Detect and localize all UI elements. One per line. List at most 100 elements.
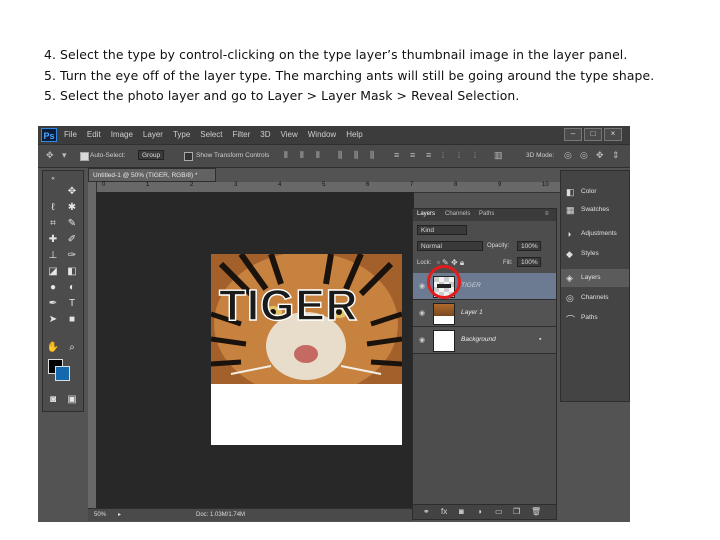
brush-icon[interactable]: ✐: [65, 233, 79, 246]
auto-align-icon[interactable]: ▥: [494, 150, 503, 161]
background-layer-thumbnail[interactable]: [433, 330, 455, 352]
trash-icon[interactable]: 🗑︎: [531, 507, 541, 516]
dock-adjustments-label: Adjustments: [581, 230, 617, 237]
link-icon[interactable]: ⚭: [423, 507, 430, 516]
dodge-icon[interactable]: ◐: [65, 281, 79, 294]
path-select-icon[interactable]: ➤: [46, 313, 60, 326]
minimize-button[interactable]: –: [564, 128, 582, 141]
quick-mask-icon[interactable]: ◙: [46, 393, 60, 406]
document-canvas[interactable]: TIGER: [211, 254, 402, 445]
dock-styles[interactable]: ◆ Styles: [561, 245, 629, 263]
dock-swatches[interactable]: ▦ Swatches: [561, 201, 629, 219]
menu-file[interactable]: File: [64, 130, 77, 139]
eraser-icon[interactable]: ◪: [46, 265, 60, 278]
tab-channels[interactable]: Channels: [445, 211, 470, 217]
tab-paths[interactable]: Paths: [479, 211, 494, 217]
menu-filter[interactable]: Filter: [233, 130, 251, 139]
distribute-icon[interactable]: ⦙: [474, 150, 476, 161]
3d-slide-icon[interactable]: ⇕: [612, 150, 620, 161]
layer-row-type[interactable]: ◉ TIGER: [413, 265, 556, 300]
dock-adjustments[interactable]: ◑ Adjustments: [561, 225, 629, 243]
mask-icon[interactable]: ◙: [459, 507, 464, 516]
distribute-icon[interactable]: ⦙: [442, 150, 444, 161]
stamp-icon[interactable]: ⊥: [46, 249, 60, 262]
distribute-icon[interactable]: ≡: [426, 150, 431, 160]
ruler-tick: 8: [454, 182, 458, 188]
layers-panel: Layers Channels Paths ≡ Kind Normal Opac…: [412, 208, 557, 520]
move-icon[interactable]: ✥: [65, 185, 79, 198]
ruler-tick: 3: [234, 182, 238, 188]
ruler-tick: 10: [542, 182, 549, 188]
3d-rotate-icon[interactable]: ◎: [564, 150, 572, 161]
hand-icon[interactable]: ✋: [46, 341, 60, 354]
panel-menu-icon[interactable]: ≡: [545, 211, 549, 217]
align-top-icon[interactable]: ⫴: [284, 150, 288, 161]
gradient-icon[interactable]: ◧: [65, 265, 79, 278]
close-button[interactable]: ×: [604, 128, 622, 141]
align-bottom-icon[interactable]: ⫴: [316, 150, 320, 161]
menu-image[interactable]: Image: [111, 130, 133, 139]
fx-icon[interactable]: fx: [441, 507, 447, 516]
menu-select[interactable]: Select: [200, 130, 222, 139]
layer-row-photo[interactable]: ◉ Layer 1: [413, 300, 556, 327]
visibility-eye-icon[interactable]: ◉: [419, 336, 425, 344]
type-icon[interactable]: T: [65, 297, 79, 310]
history-brush-icon[interactable]: ✑: [65, 249, 79, 262]
eyedropper-icon[interactable]: ✎: [65, 217, 79, 230]
zoom-icon[interactable]: ⌕: [65, 341, 79, 354]
blend-mode-dropdown[interactable]: Normal: [417, 241, 483, 251]
blur-icon[interactable]: ●: [46, 281, 60, 294]
auto-select-dropdown[interactable]: Group: [138, 150, 164, 160]
visibility-eye-icon[interactable]: ◉: [419, 282, 425, 290]
folder-icon[interactable]: ▭: [495, 507, 503, 516]
align-left-icon[interactable]: ⫼: [338, 150, 342, 161]
dock-color[interactable]: ◧ Color: [561, 183, 629, 201]
tab-layers[interactable]: Layers: [417, 211, 435, 217]
3d-roll-icon[interactable]: ◎: [580, 150, 588, 161]
shape-icon[interactable]: ■: [65, 313, 79, 326]
layer-filter-dropdown[interactable]: Kind: [417, 225, 467, 235]
adjustment-icon[interactable]: ◑: [477, 507, 482, 516]
menu-3d[interactable]: 3D: [260, 130, 270, 139]
menu-view[interactable]: View: [281, 130, 298, 139]
move-tool-icon[interactable]: ✥: [46, 150, 54, 161]
pen-icon[interactable]: ✒: [46, 297, 60, 310]
align-right-icon[interactable]: ⫼: [370, 150, 374, 161]
dock-layers[interactable]: ◈ Layers: [561, 269, 629, 287]
distribute-icon[interactable]: ≡: [394, 150, 399, 160]
dock-paths[interactable]: ⌒ Paths: [561, 309, 629, 327]
fill-field[interactable]: 100%: [517, 257, 541, 267]
menu-type[interactable]: Type: [173, 130, 190, 139]
crop-icon[interactable]: ⌗: [46, 217, 60, 230]
canvas-area[interactable]: TIGER: [96, 192, 414, 508]
background-color-swatch[interactable]: [55, 366, 70, 381]
chevron-down-icon[interactable]: ▾: [62, 150, 67, 161]
screen-mode-icon[interactable]: ▣: [65, 393, 79, 406]
visibility-eye-icon[interactable]: ◉: [419, 309, 425, 317]
menu-edit[interactable]: Edit: [87, 130, 101, 139]
maximize-button[interactable]: □: [584, 128, 602, 141]
ruler-tick: 7: [410, 182, 414, 188]
healing-icon[interactable]: ✚: [46, 233, 60, 246]
zoom-level[interactable]: 50%: [94, 509, 106, 521]
align-vcenter-icon[interactable]: ⫴: [300, 150, 304, 161]
auto-select-checkbox[interactable]: [80, 152, 89, 161]
status-arrow-icon[interactable]: ▸: [118, 509, 121, 521]
menu-help[interactable]: Help: [346, 130, 362, 139]
align-hcenter-icon[interactable]: ⫼: [354, 150, 358, 161]
lasso-icon[interactable]: ℓ: [46, 201, 60, 214]
quick-select-icon[interactable]: ✱: [65, 201, 79, 214]
menu-window[interactable]: Window: [308, 130, 336, 139]
3d-pan-icon[interactable]: ✥: [596, 150, 604, 161]
document-tab[interactable]: Untitled-1 @ 50% (TIGER, RGB/8) *: [88, 168, 216, 182]
collapse-icon[interactable]: «: [46, 173, 60, 186]
distribute-icon[interactable]: ≡: [410, 150, 415, 160]
opacity-field[interactable]: 100%: [517, 241, 541, 251]
dock-channels[interactable]: ◎ Channels: [561, 289, 629, 307]
transform-controls-checkbox[interactable]: [184, 152, 193, 161]
new-layer-icon[interactable]: ❐: [513, 507, 520, 516]
menu-layer[interactable]: Layer: [143, 130, 163, 139]
layer-row-background[interactable]: ◉ Background ▪: [413, 327, 556, 354]
distribute-icon[interactable]: ⦙: [458, 150, 460, 161]
photo-layer-thumbnail[interactable]: [433, 303, 455, 325]
